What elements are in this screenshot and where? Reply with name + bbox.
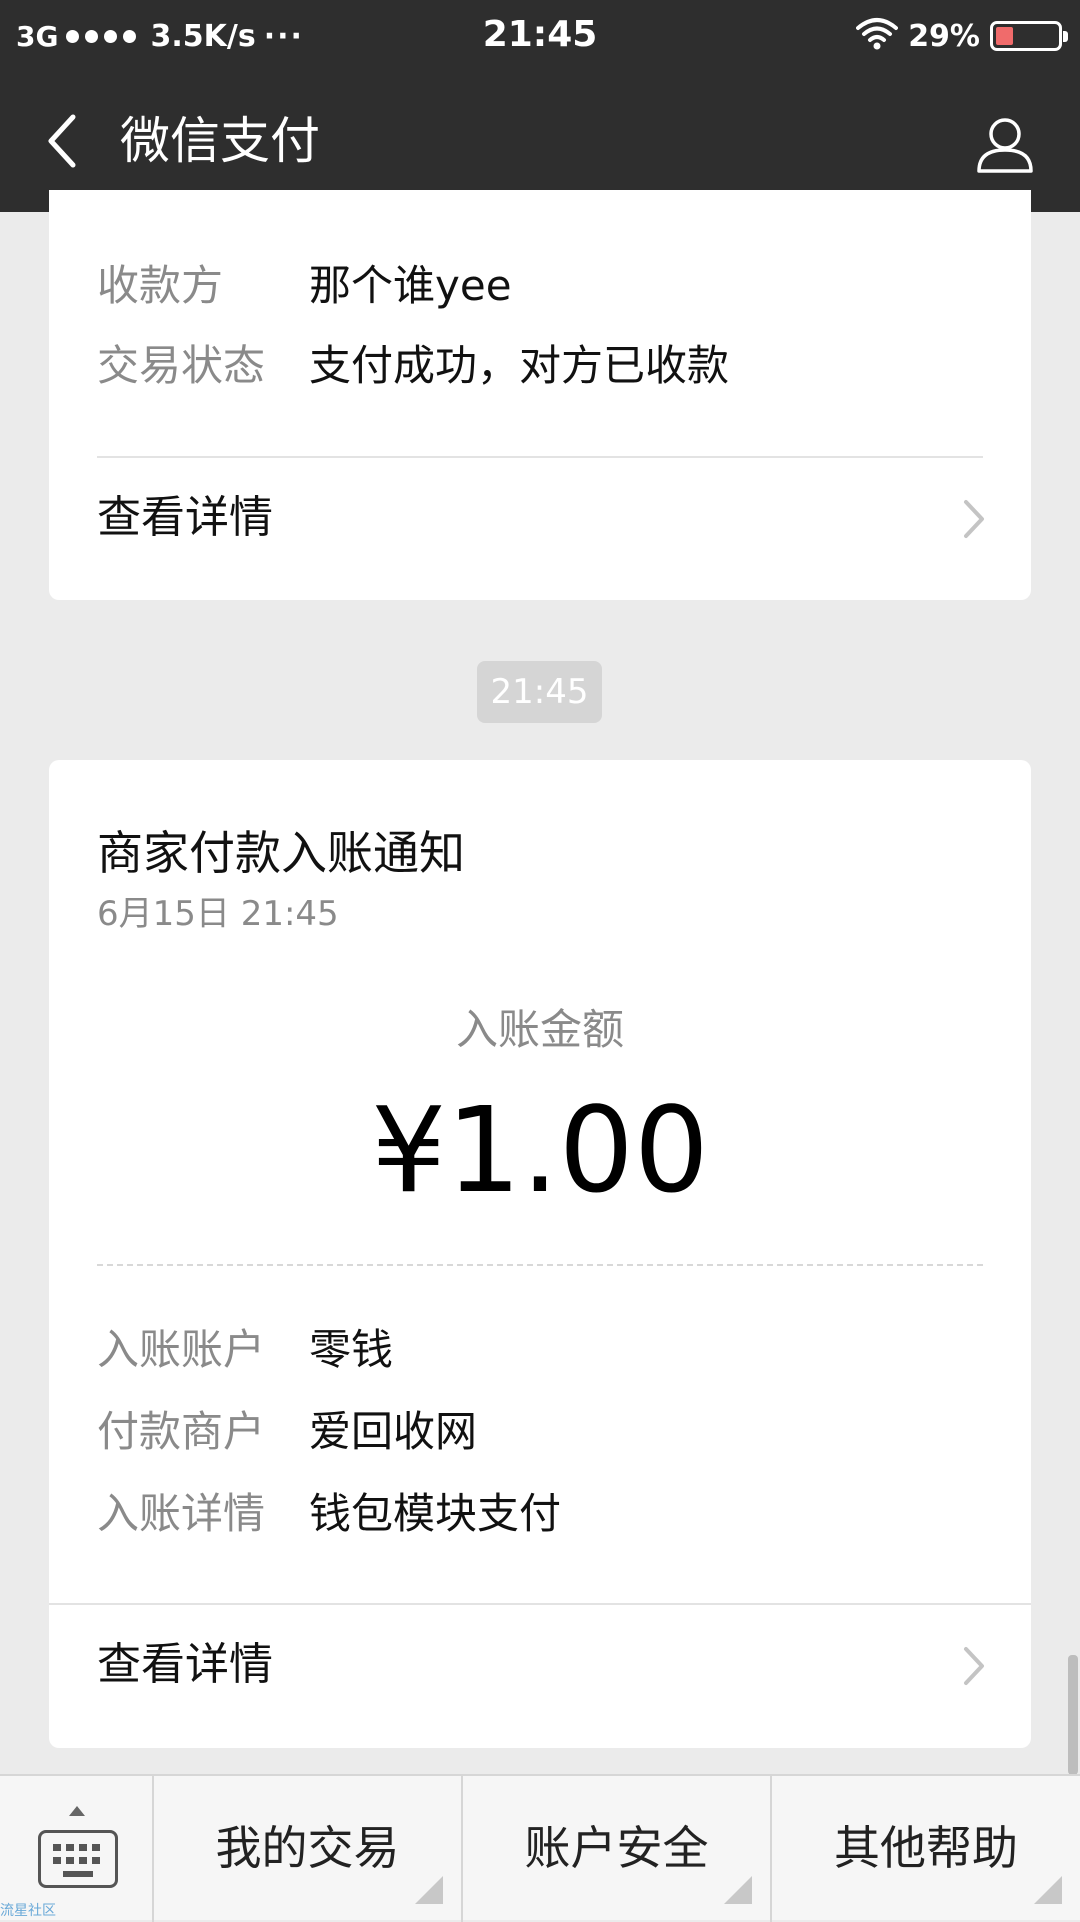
- status-label: 交易状态: [97, 341, 266, 390]
- notification-date: 6月15日 21:45: [97, 894, 339, 934]
- menu-label: 其他帮助: [834, 1821, 1018, 1875]
- view-details-label: 查看详情: [97, 492, 273, 543]
- payee-value: 那个谁yee: [309, 261, 512, 310]
- merchant-row: 付款商户 爱回收网: [97, 1402, 477, 1462]
- caret-up-icon: [69, 1806, 85, 1816]
- payment-card: 收款方 那个谁yee 交易状态 支付成功，对方已收款 查看详情: [49, 190, 1031, 600]
- chevron-left-icon: [48, 114, 76, 168]
- menu-account-security[interactable]: 账户安全: [463, 1776, 772, 1922]
- amount-label: 入账金额: [455, 1005, 624, 1054]
- battery-icon: [990, 21, 1068, 51]
- watermark: 流星社区: [0, 1903, 56, 1919]
- menu-label: 账户安全: [524, 1821, 709, 1875]
- message-timestamp: 21:45: [477, 661, 602, 723]
- status-value: 支付成功，对方已收款: [309, 341, 730, 390]
- view-details-label: 查看详情: [97, 1639, 273, 1690]
- submenu-indicator-icon: [415, 1876, 443, 1904]
- user-icon: [977, 118, 1033, 173]
- scrollbar[interactable]: [1068, 1655, 1078, 1775]
- amount-value: ¥1.00: [371, 1081, 709, 1219]
- menu-label: 我的交易: [215, 1821, 400, 1875]
- battery-percent: 29%: [908, 18, 980, 54]
- account-row: 入账账户 零钱: [97, 1320, 393, 1380]
- status-row: 交易状态 支付成功，对方已收款: [97, 336, 729, 396]
- notification-card[interactable]: 商家付款入账通知 6月15日 21:45 入账金额 ¥1.00 入账账户 零钱 付…: [49, 760, 1031, 1748]
- chevron-right-icon: [964, 1647, 984, 1685]
- chevron-right-icon: [964, 500, 984, 538]
- wifi-icon: [856, 17, 899, 55]
- page-title: 微信支付: [120, 112, 320, 170]
- submenu-indicator-icon: [724, 1876, 752, 1904]
- payee-row: 收款方 那个谁yee: [97, 256, 512, 316]
- menu-my-transactions[interactable]: 我的交易: [154, 1776, 463, 1922]
- bottom-menu: 我的交易 账户安全 其他帮助 流星社区: [0, 1774, 1080, 1922]
- status-right: 29%: [856, 14, 1068, 58]
- submenu-indicator-icon: [1034, 1876, 1062, 1904]
- status-bar: 3G 3.5K/s ··· 21:45 29%: [0, 0, 1080, 70]
- merchant-label: 付款商户: [97, 1407, 266, 1456]
- back-button[interactable]: [28, 106, 98, 176]
- notification-title: 商家付款入账通知: [97, 826, 465, 880]
- profile-button[interactable]: [970, 110, 1040, 180]
- menu-other-help[interactable]: 其他帮助: [772, 1776, 1080, 1922]
- account-value: 零钱: [309, 1325, 394, 1374]
- entry-details-label: 入账详情: [97, 1489, 266, 1538]
- keyboard-icon: [38, 1830, 118, 1888]
- entry-details-row: 入账详情 钱包模块支付: [97, 1484, 561, 1544]
- account-label: 入账账户: [97, 1325, 266, 1374]
- payee-label: 收款方: [97, 261, 224, 310]
- merchant-value: 爱回收网: [309, 1407, 478, 1456]
- view-details-link[interactable]: 查看详情: [49, 458, 1031, 578]
- entry-details-value: 钱包模块支付: [309, 1489, 562, 1538]
- view-details-link[interactable]: 查看详情: [49, 1605, 1031, 1725]
- dashed-divider: [97, 1264, 983, 1266]
